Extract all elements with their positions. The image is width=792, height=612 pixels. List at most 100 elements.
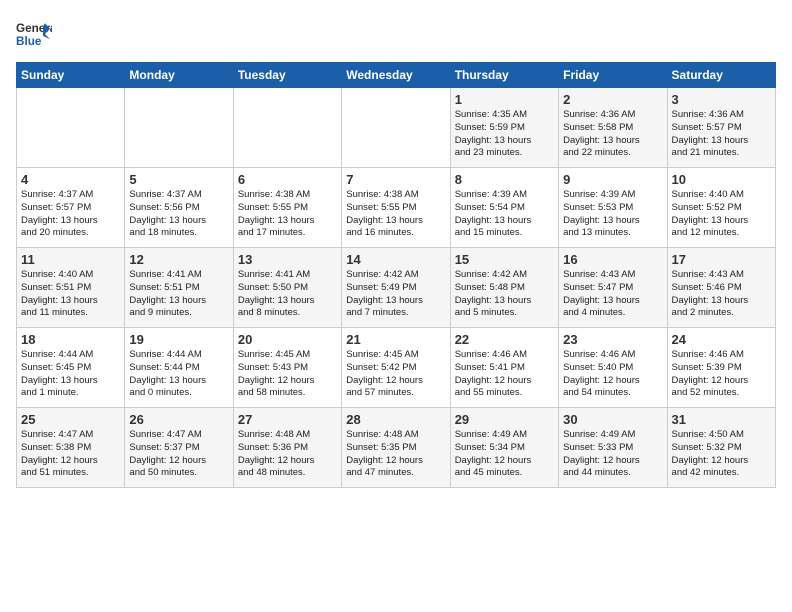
day-header-friday: Friday bbox=[559, 63, 667, 88]
day-info: Sunrise: 4:46 AM Sunset: 5:40 PM Dayligh… bbox=[563, 349, 662, 400]
calendar-cell: 15 Sunrise: 4:42 AM Sunset: 5:48 PM Dayli… bbox=[450, 248, 558, 328]
calendar-cell: 28 Sunrise: 4:48 AM Sunset: 5:35 PM Dayli… bbox=[342, 408, 450, 488]
calendar-cell: 20 Sunrise: 4:45 AM Sunset: 5:43 PM Dayli… bbox=[233, 328, 341, 408]
day-info: Sunrise: 4:42 AM Sunset: 5:48 PM Dayligh… bbox=[455, 269, 554, 320]
day-number: 4 bbox=[21, 172, 120, 187]
calendar-cell: 22 Sunrise: 4:46 AM Sunset: 5:41 PM Dayli… bbox=[450, 328, 558, 408]
week-row-4: 18 Sunrise: 4:44 AM Sunset: 5:45 PM Dayli… bbox=[17, 328, 776, 408]
calendar-cell: 14 Sunrise: 4:42 AM Sunset: 5:49 PM Dayli… bbox=[342, 248, 450, 328]
calendar-cell bbox=[342, 88, 450, 168]
day-info: Sunrise: 4:49 AM Sunset: 5:33 PM Dayligh… bbox=[563, 429, 662, 480]
header-row: SundayMondayTuesdayWednesdayThursdayFrid… bbox=[17, 63, 776, 88]
day-number: 26 bbox=[129, 412, 228, 427]
calendar-cell: 11 Sunrise: 4:40 AM Sunset: 5:51 PM Dayli… bbox=[17, 248, 125, 328]
day-number: 18 bbox=[21, 332, 120, 347]
day-number: 16 bbox=[563, 252, 662, 267]
day-number: 23 bbox=[563, 332, 662, 347]
logo: General Blue bbox=[16, 16, 52, 52]
day-info: Sunrise: 4:38 AM Sunset: 5:55 PM Dayligh… bbox=[238, 189, 337, 240]
logo-icon: General Blue bbox=[16, 16, 52, 52]
calendar-cell: 6 Sunrise: 4:38 AM Sunset: 5:55 PM Daylig… bbox=[233, 168, 341, 248]
calendar-cell bbox=[17, 88, 125, 168]
day-info: Sunrise: 4:43 AM Sunset: 5:46 PM Dayligh… bbox=[672, 269, 771, 320]
day-number: 3 bbox=[672, 92, 771, 107]
day-number: 10 bbox=[672, 172, 771, 187]
page: General Blue SundayMondayTuesdayWednesda… bbox=[0, 0, 792, 612]
day-header-thursday: Thursday bbox=[450, 63, 558, 88]
day-info: Sunrise: 4:50 AM Sunset: 5:32 PM Dayligh… bbox=[672, 429, 771, 480]
calendar-cell: 1 Sunrise: 4:35 AM Sunset: 5:59 PM Daylig… bbox=[450, 88, 558, 168]
day-info: Sunrise: 4:47 AM Sunset: 5:38 PM Dayligh… bbox=[21, 429, 120, 480]
calendar-cell: 3Sunrise: 4:36 AM Sunset: 5:57 PM Daylig… bbox=[667, 88, 775, 168]
day-info: Sunrise: 4:45 AM Sunset: 5:42 PM Dayligh… bbox=[346, 349, 445, 400]
day-number: 14 bbox=[346, 252, 445, 267]
day-info: Sunrise: 4:41 AM Sunset: 5:50 PM Dayligh… bbox=[238, 269, 337, 320]
calendar-cell: 5 Sunrise: 4:37 AM Sunset: 5:56 PM Daylig… bbox=[125, 168, 233, 248]
calendar-cell: 9 Sunrise: 4:39 AM Sunset: 5:53 PM Daylig… bbox=[559, 168, 667, 248]
day-info: Sunrise: 4:48 AM Sunset: 5:36 PM Dayligh… bbox=[238, 429, 337, 480]
calendar-cell: 24 Sunrise: 4:46 AM Sunset: 5:39 PM Dayli… bbox=[667, 328, 775, 408]
day-info: Sunrise: 4:37 AM Sunset: 5:56 PM Dayligh… bbox=[129, 189, 228, 240]
day-number: 1 bbox=[455, 92, 554, 107]
day-header-tuesday: Tuesday bbox=[233, 63, 341, 88]
day-info: Sunrise: 4:35 AM Sunset: 5:59 PM Dayligh… bbox=[455, 109, 554, 160]
calendar-table: SundayMondayTuesdayWednesdayThursdayFrid… bbox=[16, 62, 776, 488]
week-row-3: 11 Sunrise: 4:40 AM Sunset: 5:51 PM Dayli… bbox=[17, 248, 776, 328]
calendar-cell: 10 Sunrise: 4:40 AM Sunset: 5:52 PM Dayli… bbox=[667, 168, 775, 248]
day-info: Sunrise: 4:39 AM Sunset: 5:54 PM Dayligh… bbox=[455, 189, 554, 240]
day-number: 13 bbox=[238, 252, 337, 267]
day-info: Sunrise: 4:48 AM Sunset: 5:35 PM Dayligh… bbox=[346, 429, 445, 480]
calendar-cell: 19Sunrise: 4:44 AM Sunset: 5:44 PM Dayli… bbox=[125, 328, 233, 408]
day-header-wednesday: Wednesday bbox=[342, 63, 450, 88]
calendar-cell bbox=[125, 88, 233, 168]
day-header-saturday: Saturday bbox=[667, 63, 775, 88]
day-number: 31 bbox=[672, 412, 771, 427]
day-info: Sunrise: 4:44 AM Sunset: 5:44 PM Dayligh… bbox=[129, 349, 228, 400]
day-info: Sunrise: 4:45 AM Sunset: 5:43 PM Dayligh… bbox=[238, 349, 337, 400]
day-info: Sunrise: 4:43 AM Sunset: 5:47 PM Dayligh… bbox=[563, 269, 662, 320]
calendar-cell: 25Sunrise: 4:47 AM Sunset: 5:38 PM Dayli… bbox=[17, 408, 125, 488]
day-info: Sunrise: 4:41 AM Sunset: 5:51 PM Dayligh… bbox=[129, 269, 228, 320]
calendar-cell: 30 Sunrise: 4:49 AM Sunset: 5:33 PM Dayli… bbox=[559, 408, 667, 488]
day-number: 15 bbox=[455, 252, 554, 267]
day-number: 28 bbox=[346, 412, 445, 427]
day-info: Sunrise: 4:49 AM Sunset: 5:34 PM Dayligh… bbox=[455, 429, 554, 480]
day-number: 20 bbox=[238, 332, 337, 347]
day-info: Sunrise: 4:46 AM Sunset: 5:41 PM Dayligh… bbox=[455, 349, 554, 400]
day-number: 21 bbox=[346, 332, 445, 347]
week-row-1: 1 Sunrise: 4:35 AM Sunset: 5:59 PM Daylig… bbox=[17, 88, 776, 168]
day-info: Sunrise: 4:37 AM Sunset: 5:57 PM Dayligh… bbox=[21, 189, 120, 240]
day-number: 5 bbox=[129, 172, 228, 187]
day-number: 24 bbox=[672, 332, 771, 347]
calendar-cell: 16 Sunrise: 4:43 AM Sunset: 5:47 PM Dayli… bbox=[559, 248, 667, 328]
week-row-2: 4 Sunrise: 4:37 AM Sunset: 5:57 PM Daylig… bbox=[17, 168, 776, 248]
day-number: 9 bbox=[563, 172, 662, 187]
week-row-5: 25Sunrise: 4:47 AM Sunset: 5:38 PM Dayli… bbox=[17, 408, 776, 488]
calendar-cell: 23 Sunrise: 4:46 AM Sunset: 5:40 PM Dayli… bbox=[559, 328, 667, 408]
day-info: Sunrise: 4:38 AM Sunset: 5:55 PM Dayligh… bbox=[346, 189, 445, 240]
day-info: Sunrise: 4:39 AM Sunset: 5:53 PM Dayligh… bbox=[563, 189, 662, 240]
calendar-cell: 21 Sunrise: 4:45 AM Sunset: 5:42 PM Dayli… bbox=[342, 328, 450, 408]
calendar-cell: 27 Sunrise: 4:48 AM Sunset: 5:36 PM Dayli… bbox=[233, 408, 341, 488]
day-info: Sunrise: 4:36 AM Sunset: 5:58 PM Dayligh… bbox=[563, 109, 662, 160]
day-number: 22 bbox=[455, 332, 554, 347]
day-number: 27 bbox=[238, 412, 337, 427]
day-info: Sunrise: 4:47 AM Sunset: 5:37 PM Dayligh… bbox=[129, 429, 228, 480]
day-info: Sunrise: 4:46 AM Sunset: 5:39 PM Dayligh… bbox=[672, 349, 771, 400]
day-info: Sunrise: 4:44 AM Sunset: 5:45 PM Dayligh… bbox=[21, 349, 120, 400]
calendar-cell: 29Sunrise: 4:49 AM Sunset: 5:34 PM Dayli… bbox=[450, 408, 558, 488]
calendar-cell: 18 Sunrise: 4:44 AM Sunset: 5:45 PM Dayli… bbox=[17, 328, 125, 408]
day-number: 30 bbox=[563, 412, 662, 427]
day-number: 11 bbox=[21, 252, 120, 267]
day-info: Sunrise: 4:40 AM Sunset: 5:51 PM Dayligh… bbox=[21, 269, 120, 320]
calendar-cell bbox=[233, 88, 341, 168]
day-number: 8 bbox=[455, 172, 554, 187]
day-number: 2 bbox=[563, 92, 662, 107]
calendar-cell: 8 Sunrise: 4:39 AM Sunset: 5:54 PM Daylig… bbox=[450, 168, 558, 248]
svg-text:Blue: Blue bbox=[16, 35, 42, 48]
calendar-cell: 7Sunrise: 4:38 AM Sunset: 5:55 PM Daylig… bbox=[342, 168, 450, 248]
day-number: 6 bbox=[238, 172, 337, 187]
day-header-sunday: Sunday bbox=[17, 63, 125, 88]
day-info: Sunrise: 4:42 AM Sunset: 5:49 PM Dayligh… bbox=[346, 269, 445, 320]
day-info: Sunrise: 4:40 AM Sunset: 5:52 PM Dayligh… bbox=[672, 189, 771, 240]
